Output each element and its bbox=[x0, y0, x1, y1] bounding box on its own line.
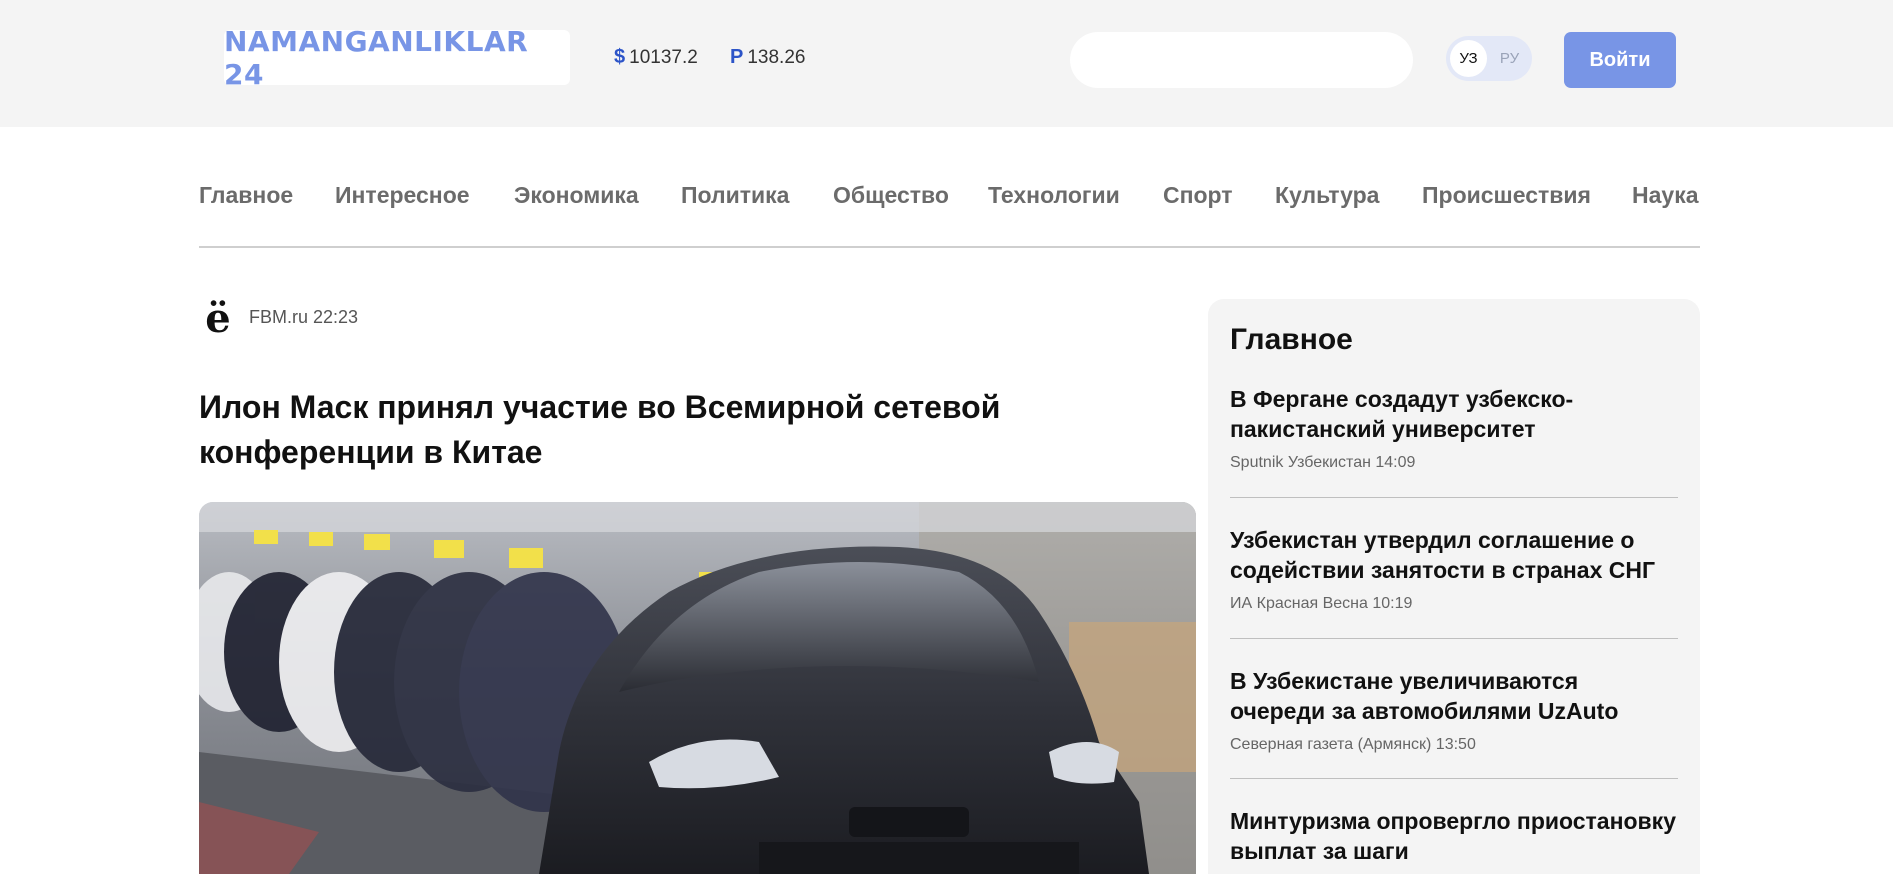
news-divider bbox=[1230, 638, 1678, 639]
nav-item-society[interactable]: Общество bbox=[833, 182, 949, 209]
sidebar-main-news: Главное В Фергане создадут узбекско-паки… bbox=[1208, 299, 1700, 874]
nav-item-economy[interactable]: Экономика bbox=[514, 182, 639, 209]
nav-item-culture[interactable]: Культура bbox=[1275, 182, 1379, 209]
nav-item-politics[interactable]: Политика bbox=[681, 182, 789, 209]
news-item[interactable]: В Фергане создадут узбекско-пакистанский… bbox=[1230, 384, 1678, 472]
main-nav: Главное Интересное Экономика Политика Об… bbox=[199, 182, 1700, 248]
news-divider bbox=[1230, 497, 1678, 498]
article-image[interactable] bbox=[199, 502, 1196, 874]
article-title[interactable]: Илон Маск принял участие во Всемирной се… bbox=[199, 385, 1139, 475]
news-item[interactable]: В Узбекистане увеличиваются очереди за а… bbox=[1230, 666, 1678, 754]
language-switcher[interactable]: УЗ РУ bbox=[1446, 36, 1532, 81]
news-divider bbox=[1230, 778, 1678, 779]
login-button[interactable]: Войти bbox=[1564, 32, 1676, 88]
nav-item-sport[interactable]: Спорт bbox=[1163, 182, 1233, 209]
nav-item-main[interactable]: Главное bbox=[199, 182, 293, 209]
news-item-title[interactable]: В Узбекистане увеличиваются очереди за а… bbox=[1230, 666, 1678, 726]
search-input[interactable] bbox=[1070, 32, 1413, 88]
rub-rate: P 138.26 bbox=[730, 46, 805, 69]
news-item[interactable]: Узбекистан утвердил соглашение о содейст… bbox=[1230, 525, 1678, 613]
news-item-meta: ИА Красная Весна 10:19 bbox=[1230, 595, 1413, 612]
rub-rate-value: 138.26 bbox=[747, 47, 806, 68]
news-item-meta: Sputnik Узбекистан 14:09 bbox=[1230, 454, 1416, 471]
nav-item-technology[interactable]: Технологии bbox=[988, 182, 1120, 209]
article-source: ё FBM.ru 22:23 bbox=[199, 296, 358, 338]
news-item[interactable]: Минтуризма опровергло приостановку выпла… bbox=[1230, 806, 1678, 866]
nav-item-interesting[interactable]: Интересное bbox=[335, 182, 470, 209]
usd-rate-value: 10137.2 bbox=[629, 47, 698, 68]
nav-item-science[interactable]: Наука bbox=[1632, 182, 1699, 209]
top-header: NAMANGANLIKLAR 24 $ 10137.2 P 138.26 УЗ … bbox=[0, 0, 1893, 127]
news-item-meta: Северная газета (Армянск) 13:50 bbox=[1230, 736, 1476, 753]
source-name-time[interactable]: FBM.ru 22:23 bbox=[249, 307, 358, 328]
news-item-title[interactable]: Узбекистан утвердил соглашение о содейст… bbox=[1230, 525, 1678, 585]
news-item-title[interactable]: Минтуризма опровергло приостановку выпла… bbox=[1230, 806, 1678, 866]
ruble-icon: P bbox=[730, 46, 744, 68]
nav-item-incidents[interactable]: Происшествия bbox=[1422, 182, 1591, 209]
lang-option-ru[interactable]: РУ bbox=[1491, 40, 1528, 77]
svg-text:ё: ё bbox=[205, 297, 230, 337]
logo-text: NAMANGANLIKLAR 24 bbox=[224, 24, 529, 91]
source-logo-icon[interactable]: ё bbox=[199, 296, 237, 338]
lang-option-uz[interactable]: УЗ bbox=[1450, 40, 1487, 77]
dollar-icon: $ bbox=[614, 46, 626, 68]
news-item-title[interactable]: В Фергане создадут узбекско-пакистанский… bbox=[1230, 384, 1678, 444]
usd-rate: $ 10137.2 bbox=[614, 46, 698, 69]
sidebar-title: Главное bbox=[1230, 323, 1353, 356]
site-logo[interactable]: NAMANGANLIKLAR 24 bbox=[224, 25, 570, 91]
